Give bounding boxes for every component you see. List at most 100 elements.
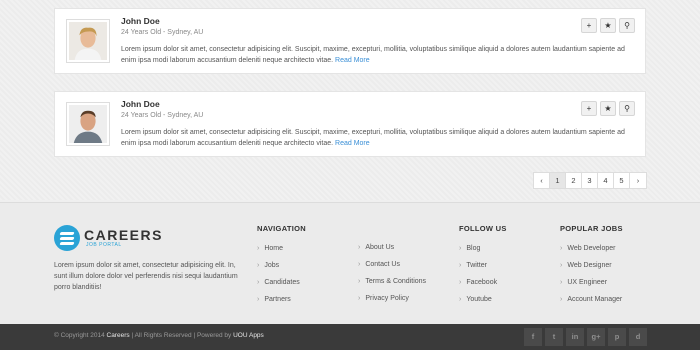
job-link-label: UX Engineer xyxy=(567,279,608,286)
navigation-title: NAVIGATION xyxy=(257,224,306,233)
follow-link-label: Youtube xyxy=(466,296,492,303)
follow-link-facebook[interactable]: › Facebook xyxy=(459,279,507,296)
chevron-right-icon: › xyxy=(257,262,260,269)
star-icon[interactable]: ★ xyxy=(600,101,616,116)
nav-link-label: Terms & Conditions xyxy=(365,278,427,285)
follow-link-label: Facebook xyxy=(466,279,498,286)
chevron-right-icon: › xyxy=(560,262,563,269)
bottom-bar: © Copyright 2014 Careers | All Rights Re… xyxy=(0,324,700,350)
chevron-right-icon: › xyxy=(358,244,361,251)
social-links: f t in g+ p d xyxy=(524,328,647,346)
job-link-label: Account Manager xyxy=(567,296,623,303)
job-link-label: Web Developer xyxy=(567,245,616,252)
twitter-icon[interactable]: t xyxy=(545,328,563,346)
logo-title: CAREERS xyxy=(84,227,163,243)
chevron-right-icon: › xyxy=(257,296,260,303)
page-4-button[interactable]: 4 xyxy=(598,173,614,188)
candidate-card: John Doe 24 Years Old - Sydney, AU Lorem… xyxy=(54,91,646,157)
follow-link-label: Twitter xyxy=(466,262,487,269)
chevron-right-icon: › xyxy=(459,279,462,286)
plus-icon[interactable]: + xyxy=(581,18,597,33)
candidate-card: John Doe 24 Years Old - Sydney, AU Lorem… xyxy=(54,8,646,74)
pagination: ‹ 1 2 3 4 5 › xyxy=(533,172,647,189)
copyright-brand-link[interactable]: Careers xyxy=(107,332,130,339)
nav-link-label: Privacy Policy xyxy=(365,295,409,302)
link-icon[interactable]: ⚲ xyxy=(619,18,635,33)
plus-icon[interactable]: + xyxy=(581,101,597,116)
star-icon[interactable]: ★ xyxy=(600,18,616,33)
prev-page-button[interactable]: ‹ xyxy=(534,173,550,188)
chevron-right-icon: › xyxy=(257,279,260,286)
footer: CAREERS JOB PORTAL Lorem ipsum dolor sit… xyxy=(0,202,700,324)
chevron-right-icon: › xyxy=(560,245,563,252)
facebook-icon[interactable]: f xyxy=(524,328,542,346)
nav-link-about-us[interactable]: › About Us xyxy=(358,244,426,261)
navigation-column-2: › About Us › Contact Us › Terms & Condition… xyxy=(358,244,426,312)
dribbble-icon[interactable]: d xyxy=(629,328,647,346)
read-more-link[interactable]: Read More xyxy=(335,57,370,64)
chevron-right-icon: › xyxy=(560,279,563,286)
read-more-link[interactable]: Read More xyxy=(335,140,370,147)
follow-link-blog[interactable]: › Blog xyxy=(459,245,507,262)
job-link-web-developer[interactable]: › Web Developer xyxy=(560,245,623,262)
page-5-button[interactable]: 5 xyxy=(614,173,630,188)
chevron-right-icon: › xyxy=(560,296,563,303)
chevron-right-icon: › xyxy=(459,245,462,252)
navigation-column: NAVIGATION › Home › Jobs › Candidates › Part… xyxy=(257,224,306,313)
google-plus-icon[interactable]: g+ xyxy=(587,328,605,346)
main-content: John Doe 24 Years Old - Sydney, AU Lorem… xyxy=(0,0,700,200)
job-link-account-manager[interactable]: › Account Manager xyxy=(560,296,623,313)
nav-link-label: Home xyxy=(264,245,284,252)
nav-link-label: Partners xyxy=(264,296,291,303)
nav-link-label: Candidates xyxy=(264,279,300,286)
nav-link-label: Contact Us xyxy=(365,261,400,268)
chevron-right-icon: › xyxy=(358,278,361,285)
next-page-button[interactable]: › xyxy=(630,173,646,188)
nav-link-terms[interactable]: › Terms & Conditions xyxy=(358,278,426,295)
copyright-prefix: © Copyright 2014 xyxy=(54,332,105,339)
linkedin-icon[interactable]: in xyxy=(566,328,584,346)
follow-link-twitter[interactable]: › Twitter xyxy=(459,262,507,279)
candidate-name[interactable]: John Doe xyxy=(121,16,160,26)
chevron-right-icon: › xyxy=(257,245,260,252)
follow-us-column: FOLLOW US › Blog › Twitter › Facebook › Yout… xyxy=(459,224,507,313)
description-text: Lorem ipsum dolor sit amet, consectetur … xyxy=(121,129,625,147)
follow-link-label: Blog xyxy=(466,245,481,252)
follow-us-title: FOLLOW US xyxy=(459,224,507,233)
nav-link-home[interactable]: › Home xyxy=(257,245,306,262)
candidate-description: Lorem ipsum dolor sit amet, consectetur … xyxy=(121,44,636,66)
candidate-meta: 24 Years Old - Sydney, AU xyxy=(121,29,204,36)
chevron-right-icon: › xyxy=(459,262,462,269)
chevron-right-icon: › xyxy=(358,261,361,268)
page-3-button[interactable]: 3 xyxy=(582,173,598,188)
avatar[interactable] xyxy=(66,102,110,146)
chevron-right-icon: › xyxy=(459,296,462,303)
page-2-button[interactable]: 2 xyxy=(566,173,582,188)
nav-link-jobs[interactable]: › Jobs xyxy=(257,262,306,279)
description-text: Lorem ipsum dolor sit amet, consectetur … xyxy=(121,46,625,64)
job-link-ux-engineer[interactable]: › UX Engineer xyxy=(560,279,623,296)
avatar[interactable] xyxy=(66,19,110,63)
copyright-text: © Copyright 2014 Careers | All Rights Re… xyxy=(54,332,264,339)
chevron-right-icon: › xyxy=(358,295,361,302)
job-link-web-designer[interactable]: › Web Designer xyxy=(560,262,623,279)
pinterest-icon[interactable]: p xyxy=(608,328,626,346)
popular-jobs-title: POPULAR JOBS xyxy=(560,224,623,233)
nav-link-privacy[interactable]: › Privacy Policy xyxy=(358,295,426,312)
job-link-label: Web Designer xyxy=(567,262,612,269)
follow-link-youtube[interactable]: › Youtube xyxy=(459,296,507,313)
candidate-name[interactable]: John Doe xyxy=(121,99,160,109)
card-actions: + ★ ⚲ xyxy=(581,101,635,116)
popular-jobs-column: POPULAR JOBS › Web Developer › Web Designe… xyxy=(560,224,623,313)
footer-about-text: Lorem ipsum dolor sit amet, consectetur … xyxy=(54,262,238,291)
link-icon[interactable]: ⚲ xyxy=(619,101,635,116)
candidate-description: Lorem ipsum dolor sit amet, consectetur … xyxy=(121,127,636,149)
logo-icon xyxy=(54,225,80,251)
nav-link-candidates[interactable]: › Candidates xyxy=(257,279,306,296)
nav-link-partners[interactable]: › Partners xyxy=(257,296,306,313)
nav-link-contact-us[interactable]: › Contact Us xyxy=(358,261,426,278)
nav-link-label: Jobs xyxy=(264,262,280,269)
careers-logo[interactable]: CAREERS JOB PORTAL xyxy=(54,225,163,251)
powered-by-link[interactable]: UOU Apps xyxy=(233,332,264,339)
page-1-button[interactable]: 1 xyxy=(550,173,566,188)
